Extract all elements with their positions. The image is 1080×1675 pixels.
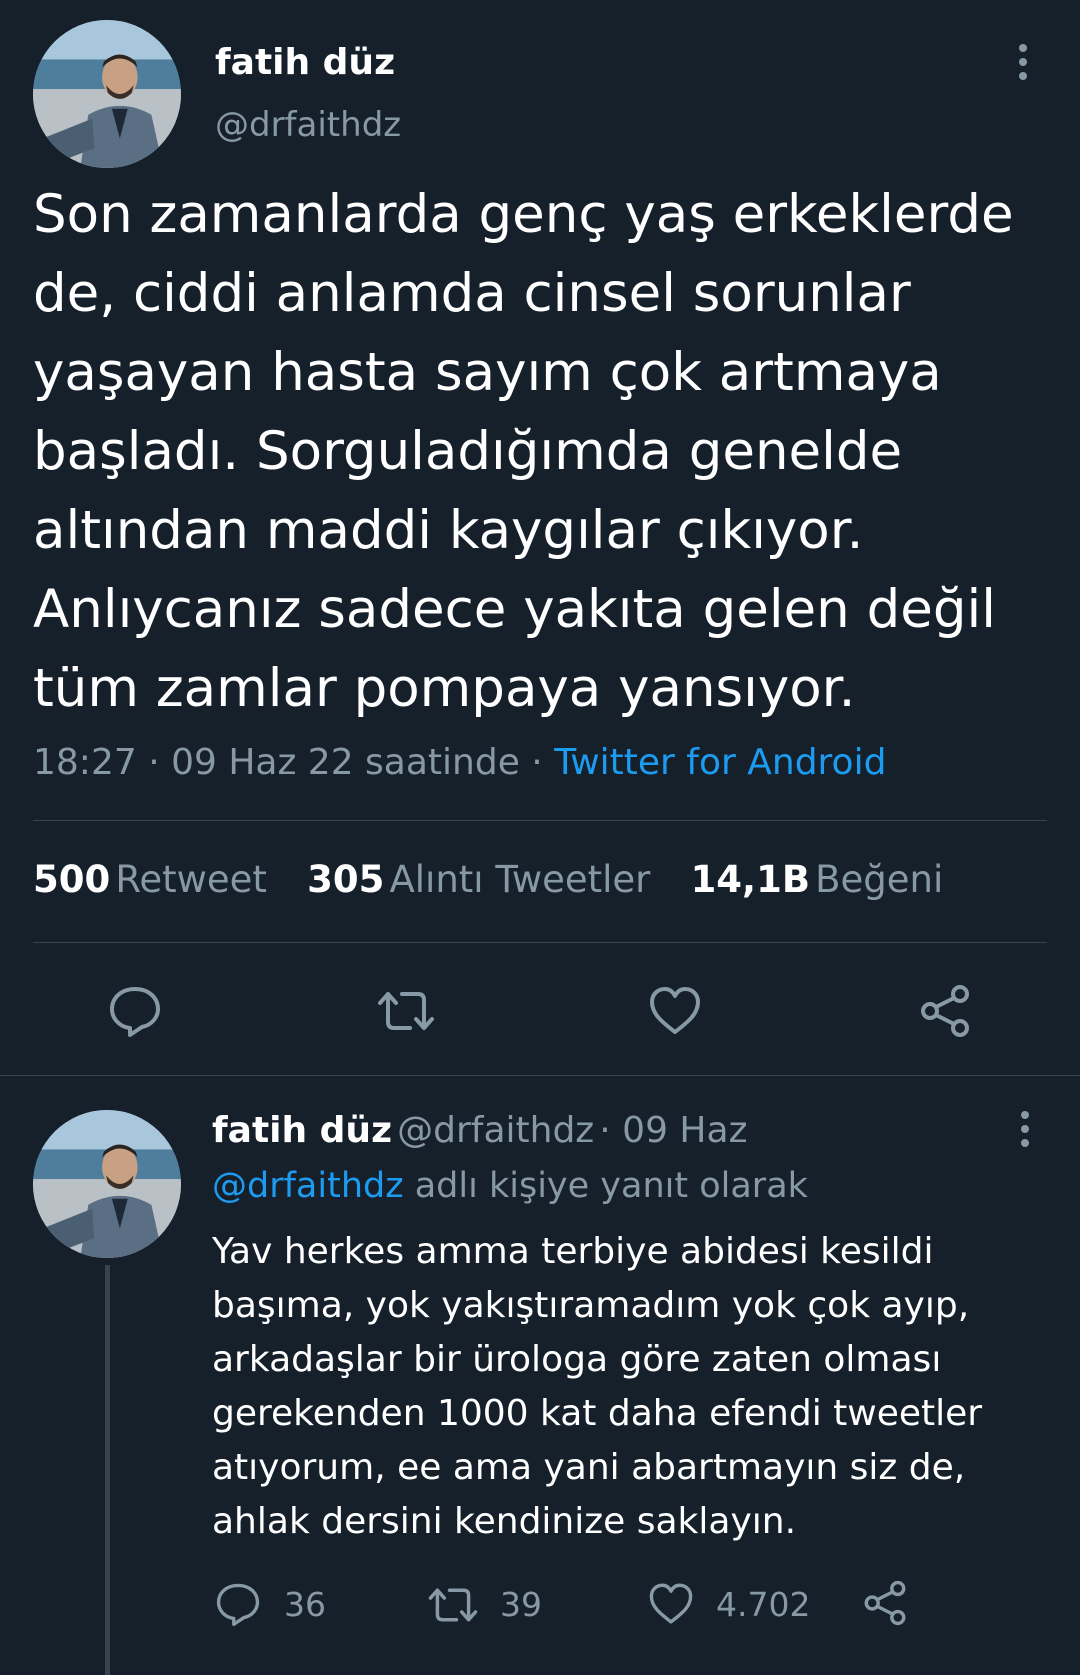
reply-icon[interactable] [108, 985, 162, 1037]
more-options-icon[interactable] [1015, 42, 1031, 86]
reply-author-name[interactable]: fatih düz [212, 1110, 392, 1151]
reply-more-options-icon[interactable] [1017, 1110, 1033, 1152]
tweet-timestamp: 18:27 · 09 Haz 22 saatinde · [33, 742, 555, 783]
like-count: 4.702 [716, 1585, 811, 1624]
tweet-metadata: 18:27 · 09 Haz 22 saatinde · Twitter for… [33, 742, 886, 783]
retweet-count: 39 [500, 1585, 542, 1624]
thread-line [105, 1265, 110, 1675]
reply-header: fatih düz @drfaithdz · 09 Haz [212, 1110, 747, 1151]
reply-date[interactable]: · 09 Haz [599, 1110, 747, 1151]
quotes-stat[interactable]: 305 Alıntı Tweetler [307, 858, 650, 901]
reply-to-suffix: adlı kişiye yanıt olarak [403, 1166, 808, 1206]
reply-retweet-icon[interactable] [427, 1585, 479, 1625]
divider [33, 942, 1047, 943]
replying-to: @drfaithdz adlı kişiye yanıt olarak [212, 1166, 808, 1206]
reply-author-avatar[interactable] [33, 1110, 181, 1258]
likes-stat[interactable]: 14,1B Beğeni [691, 858, 944, 901]
section-divider [0, 1075, 1080, 1076]
tweet-text: Son zamanlarda genç yaş erkeklerde de, c… [33, 184, 1014, 719]
reply-text: Yav herkes amma terbiye abidesi kesildi … [212, 1231, 983, 1542]
divider [33, 820, 1047, 821]
author-handle[interactable]: @drfaithdz [215, 105, 401, 145]
avatar-photo [33, 1110, 181, 1258]
retweets-stat[interactable]: 500 Retweet [33, 858, 267, 901]
avatar-photo [33, 20, 181, 168]
reply-count: 36 [284, 1585, 326, 1624]
retweet-icon[interactable] [376, 988, 436, 1034]
reply-like-icon[interactable] [648, 1582, 694, 1626]
reply-share-icon[interactable] [862, 1580, 908, 1626]
tweet-source-link[interactable]: Twitter for Android [554, 742, 886, 783]
author-name[interactable]: fatih düz [215, 42, 395, 83]
reply-author-handle[interactable]: @drfaithdz [397, 1110, 594, 1151]
share-icon[interactable] [918, 984, 972, 1038]
author-avatar[interactable] [33, 20, 181, 168]
tweet-stats: 500 Retweet 305 Alıntı Tweetler 14,1B Be… [33, 858, 943, 901]
like-icon[interactable] [648, 986, 702, 1036]
reply-reply-icon[interactable] [215, 1582, 261, 1626]
reply-mention-link[interactable]: @drfaithdz [212, 1166, 404, 1206]
